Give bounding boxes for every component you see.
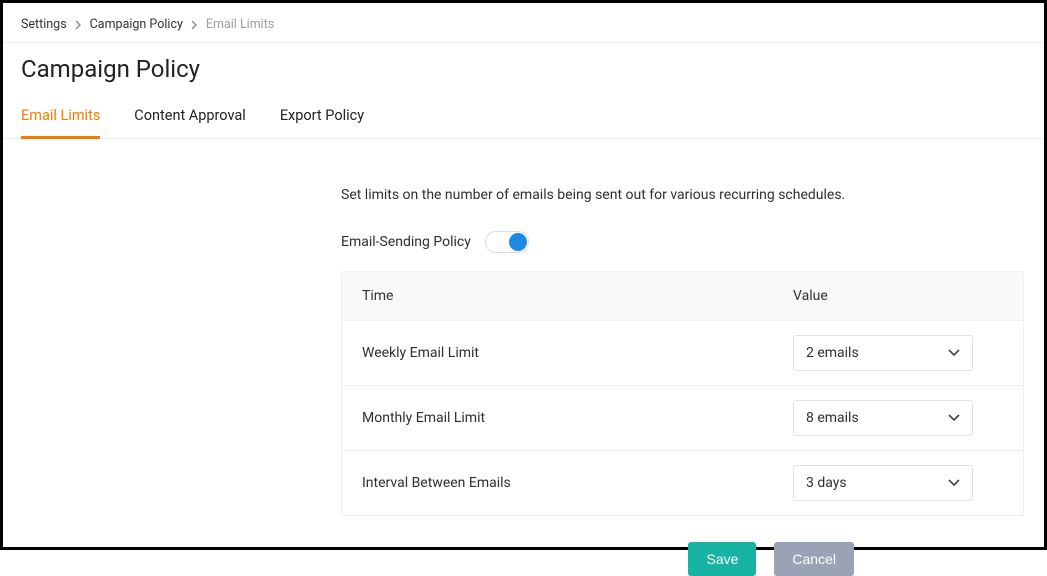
monthly-email-limit-select[interactable]: 8 emails bbox=[793, 400, 973, 436]
chevron-right-icon bbox=[75, 20, 82, 30]
tab-export-policy[interactable]: Export Policy bbox=[280, 107, 364, 139]
row-label-weekly: Weekly Email Limit bbox=[362, 345, 793, 361]
save-button[interactable]: Save bbox=[688, 542, 756, 576]
column-header-value: Value bbox=[793, 288, 1003, 304]
table-row: Weekly Email Limit 2 emails bbox=[342, 321, 1023, 386]
tabs: Email Limits Content Approval Export Pol… bbox=[3, 89, 1044, 139]
row-label-monthly: Monthly Email Limit bbox=[362, 410, 793, 426]
limits-table: Time Value Weekly Email Limit 2 emails M… bbox=[341, 271, 1024, 516]
row-label-interval: Interval Between Emails bbox=[362, 475, 793, 491]
chevron-right-icon bbox=[191, 20, 198, 30]
interval-between-emails-select[interactable]: 3 days bbox=[793, 465, 973, 501]
column-header-time: Time bbox=[362, 288, 793, 304]
toggle-knob bbox=[509, 233, 527, 251]
email-sending-policy-label: Email-Sending Policy bbox=[341, 234, 471, 250]
description-text: Set limits on the number of emails being… bbox=[341, 187, 1024, 203]
content: Set limits on the number of emails being… bbox=[341, 139, 1024, 576]
select-value: 3 days bbox=[806, 475, 847, 491]
table-header: Time Value bbox=[342, 272, 1023, 321]
chevron-down-icon bbox=[948, 349, 960, 357]
actions: Save Cancel bbox=[341, 516, 1024, 576]
table-row: Interval Between Emails 3 days bbox=[342, 451, 1023, 515]
select-value: 8 emails bbox=[806, 410, 859, 426]
tab-email-limits[interactable]: Email Limits bbox=[21, 107, 100, 139]
select-value: 2 emails bbox=[806, 345, 859, 361]
cancel-button[interactable]: Cancel bbox=[774, 542, 854, 576]
breadcrumb: Settings Campaign Policy Email Limits bbox=[3, 3, 1044, 43]
email-sending-policy-toggle[interactable] bbox=[485, 231, 529, 253]
tab-content-approval[interactable]: Content Approval bbox=[134, 107, 246, 139]
table-row: Monthly Email Limit 8 emails bbox=[342, 386, 1023, 451]
breadcrumb-campaign-policy[interactable]: Campaign Policy bbox=[90, 17, 183, 32]
page-title: Campaign Policy bbox=[3, 43, 1044, 89]
chevron-down-icon bbox=[948, 414, 960, 422]
email-sending-policy-row: Email-Sending Policy bbox=[341, 231, 1024, 253]
weekly-email-limit-select[interactable]: 2 emails bbox=[793, 335, 973, 371]
breadcrumb-current: Email Limits bbox=[206, 17, 274, 32]
chevron-down-icon bbox=[948, 479, 960, 487]
breadcrumb-settings[interactable]: Settings bbox=[21, 17, 67, 32]
